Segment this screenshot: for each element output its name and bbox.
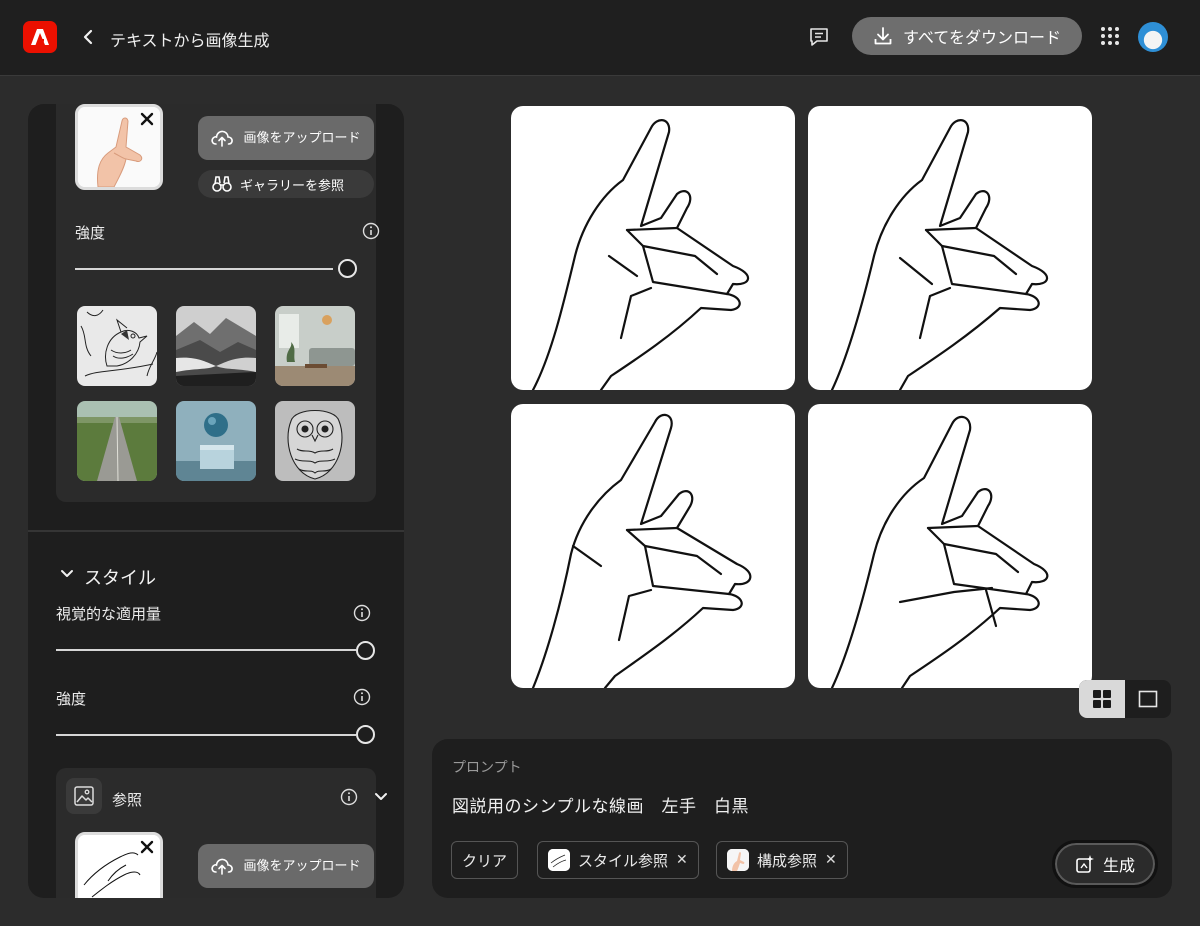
settings-panel: 画像をアップロード ギャラリーを参照 強度 スタイル 視覚的な適用量 強度 参照… xyxy=(28,104,404,898)
prompt-input[interactable]: 図説用のシンプルな線画 左手 白黒 xyxy=(452,792,749,817)
visual-intensity-knob[interactable] xyxy=(356,641,375,660)
upload-label: 画像をアップロード xyxy=(243,130,361,146)
visual-intensity-label: 視覚的な適用量 xyxy=(56,605,162,623)
single-view-icon xyxy=(1138,690,1158,708)
apps-grid-icon[interactable] xyxy=(1100,26,1120,46)
visual-intensity-track[interactable] xyxy=(56,649,356,651)
prompt-panel: プロンプト 図説用のシンプルな線画 左手 白黒 クリア スタイル参照 ✕ 構成参… xyxy=(432,739,1172,898)
style-reference-chip-label: スタイル参照 xyxy=(578,851,669,870)
style-reference-chip[interactable]: スタイル参照 ✕ xyxy=(537,841,699,879)
view-mode-toggle xyxy=(1079,680,1171,718)
reference-image-icon-box xyxy=(66,778,102,814)
grid-view-icon xyxy=(1093,690,1111,708)
misty-mountains-image xyxy=(176,306,256,386)
reference-image-icon xyxy=(74,786,94,806)
style-section-title[interactable]: スタイル xyxy=(84,564,156,590)
generated-image-2[interactable] xyxy=(808,106,1092,390)
info-icon[interactable] xyxy=(353,604,371,622)
user-avatar[interactable] xyxy=(1138,22,1168,52)
style-strength-knob[interactable] xyxy=(356,725,375,744)
info-icon[interactable] xyxy=(340,788,358,806)
remove-icon[interactable] xyxy=(139,111,155,127)
composition-reference-chip[interactable]: 構成参照 ✕ xyxy=(716,841,848,879)
style-upload-button[interactable]: 画像をアップロード xyxy=(198,844,374,888)
adobe-express-logo[interactable] xyxy=(23,21,57,53)
hand-sketch-image xyxy=(548,849,570,871)
chevron-down-icon[interactable] xyxy=(373,789,389,805)
generate-sparkle-icon xyxy=(1076,855,1094,873)
info-icon[interactable] xyxy=(362,222,380,240)
generated-image-3[interactable] xyxy=(511,404,795,688)
remove-composition-reference-icon[interactable]: ✕ xyxy=(825,852,837,868)
hand-photo-image xyxy=(727,849,749,871)
hand-line-art-image xyxy=(830,415,1049,688)
upload-label: 画像をアップロード xyxy=(243,858,361,874)
prompt-label: プロンプト xyxy=(452,760,522,776)
composition-upload-button[interactable]: 画像をアップロード xyxy=(198,116,374,160)
preset-living-room[interactable] xyxy=(275,306,355,386)
back-chevron-icon[interactable] xyxy=(78,27,98,47)
download-all-label: すべてをダウンロード xyxy=(903,28,1061,47)
style-reference-card: 参照 画像をアップロード xyxy=(56,768,387,898)
style-strength-track[interactable] xyxy=(56,734,356,736)
cloud-upload-icon xyxy=(211,858,233,875)
owl-line-art-image xyxy=(275,401,355,481)
generate-button[interactable]: 生成 xyxy=(1052,840,1158,888)
rural-road-image xyxy=(77,401,157,481)
clear-label: クリア xyxy=(462,851,508,870)
section-divider xyxy=(28,530,404,532)
grid-view-button[interactable] xyxy=(1079,680,1125,718)
download-icon xyxy=(874,27,892,45)
remove-style-reference-icon[interactable]: ✕ xyxy=(676,852,688,868)
living-room-image xyxy=(275,306,355,386)
composition-reference-card: 画像をアップロード ギャラリーを参照 強度 xyxy=(56,104,380,502)
composition-strength-label: 強度 xyxy=(75,224,106,242)
composition-strength-track[interactable] xyxy=(75,268,333,270)
style-reference-thumbnail[interactable] xyxy=(75,832,163,898)
generated-image-4[interactable] xyxy=(808,404,1092,688)
single-view-button[interactable] xyxy=(1125,680,1171,718)
generate-label: 生成 xyxy=(1102,856,1135,875)
cloud-upload-icon xyxy=(211,130,233,147)
preset-rural-road[interactable] xyxy=(77,401,157,481)
bird-line-art-image xyxy=(77,306,157,386)
adobe-logo-icon xyxy=(31,29,49,45)
blue-sphere-pedestal-image xyxy=(176,401,256,481)
style-reference-chip-thumbnail xyxy=(548,849,570,871)
feedback-icon[interactable] xyxy=(808,26,830,48)
preset-owl-line-art[interactable] xyxy=(275,401,355,481)
hand-line-art-image xyxy=(830,119,1049,390)
style-strength-label: 強度 xyxy=(56,690,87,708)
composition-reference-thumbnail[interactable] xyxy=(75,104,163,190)
remove-icon[interactable] xyxy=(139,839,155,855)
preset-blue-sphere-pedestal[interactable] xyxy=(176,401,256,481)
info-icon[interactable] xyxy=(353,688,371,706)
composition-reference-chip-label: 構成参照 xyxy=(757,851,818,870)
clear-button[interactable]: クリア xyxy=(451,841,519,879)
preset-bird-line-art[interactable] xyxy=(77,306,157,386)
gallery-label: ギャラリーを参照 xyxy=(240,178,345,194)
browse-gallery-button[interactable]: ギャラリーを参照 xyxy=(198,170,374,198)
app-header: テキストから画像生成 すべてをダウンロード xyxy=(0,0,1200,76)
generated-image-1[interactable] xyxy=(511,106,795,390)
hand-line-art-image xyxy=(531,413,752,688)
chevron-down-icon[interactable] xyxy=(59,566,75,582)
reference-label: 参照 xyxy=(112,791,143,809)
composition-strength-knob[interactable] xyxy=(338,259,357,278)
page-title: テキストから画像生成 xyxy=(110,31,270,50)
download-all-button[interactable]: すべてをダウンロード xyxy=(852,17,1082,55)
preset-misty-mountains[interactable] xyxy=(176,306,256,386)
hand-line-art-image xyxy=(531,119,750,390)
composition-reference-chip-thumbnail xyxy=(727,849,749,871)
binoculars-icon xyxy=(212,176,232,192)
